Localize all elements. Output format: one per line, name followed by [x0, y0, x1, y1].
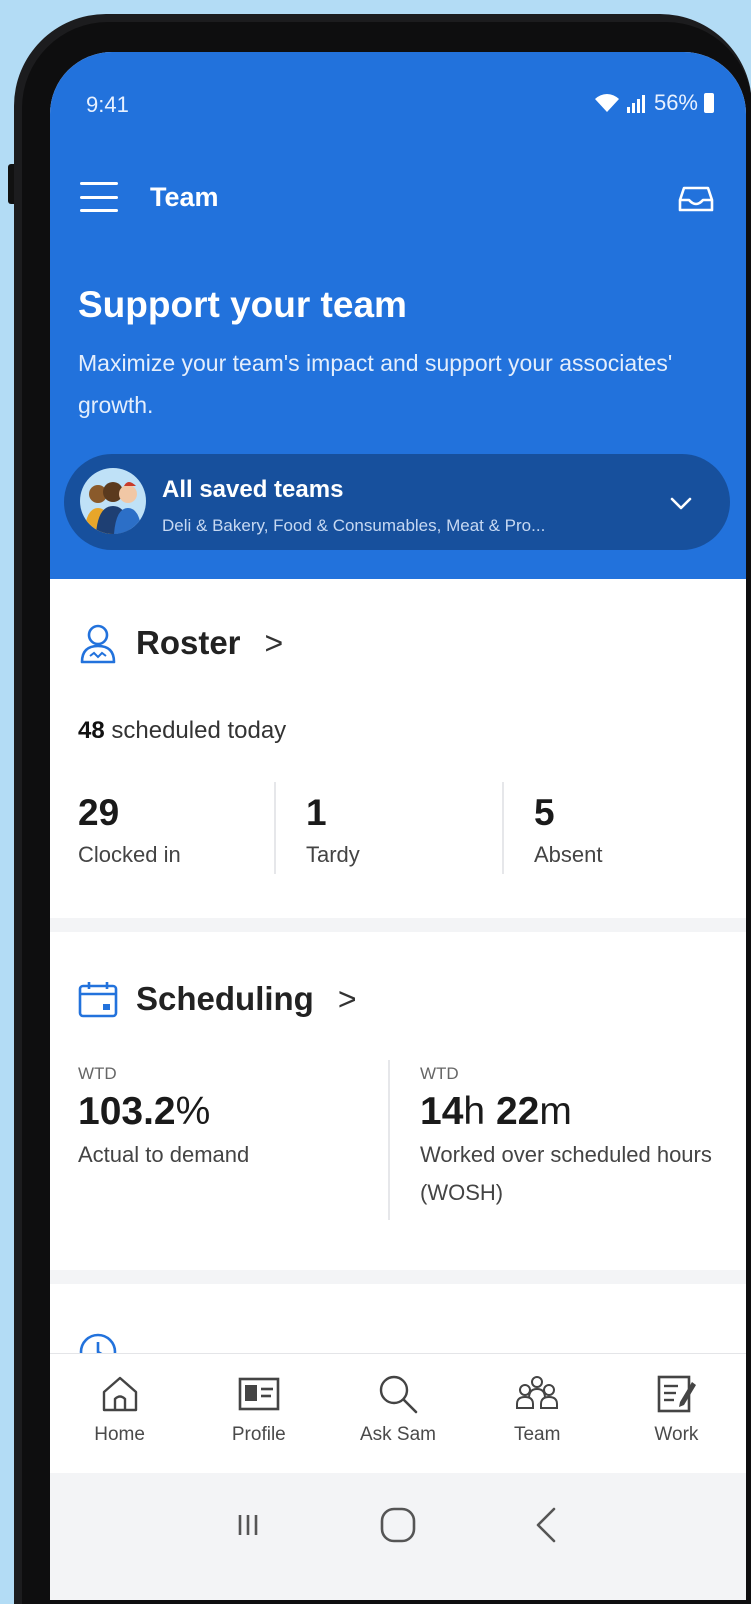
status-icons: 56% [594, 90, 714, 116]
nav-label: Work [654, 1424, 699, 1445]
status-bar: 9:41 56% [50, 52, 746, 122]
wosh-minutes: 22 [495, 1090, 540, 1133]
section-divider [50, 918, 746, 932]
section-divider [50, 1270, 746, 1284]
stat-divider [274, 782, 276, 874]
nav-label: Home [94, 1424, 145, 1445]
app-bar: Team [50, 170, 746, 226]
roster-title: Roster [136, 624, 241, 661]
wifi-icon [594, 94, 619, 112]
stat-label: Clocked in [78, 842, 181, 867]
chevron-right-icon: > [264, 624, 284, 661]
back-icon[interactable] [524, 1501, 572, 1549]
nav-profile[interactable]: Profile [189, 1354, 328, 1473]
app-title: Team [150, 182, 219, 212]
period-label: WTD [420, 1064, 459, 1083]
chevron-down-icon [670, 497, 692, 510]
nav-home[interactable]: Home [50, 1354, 189, 1473]
home-icon [102, 1376, 137, 1412]
chevron-right-icon: > [337, 980, 357, 1017]
battery-percent: 56% [653, 90, 698, 115]
hero-title: Support your team [78, 284, 407, 325]
scheduled-count: 48 [78, 717, 105, 744]
actual-to-demand-value: 103.2 [78, 1090, 176, 1133]
nav-ask-sam[interactable]: Ask Sam [328, 1354, 467, 1473]
nav-team[interactable]: Team [468, 1354, 607, 1473]
stat-clocked-in[interactable]: 29 Clocked in [78, 792, 181, 868]
actual-to-demand-label: Actual to demand [78, 1142, 250, 1167]
stat-value: 1 [306, 792, 327, 833]
roster-person-icon [80, 624, 116, 664]
recent-apps-icon[interactable] [224, 1501, 272, 1549]
actual-to-demand[interactable]: WTD 103.2% Actual to demand [78, 1064, 249, 1174]
stat-value: 29 [78, 792, 120, 833]
battery-icon [704, 93, 714, 113]
team-selector-list: Deli & Bakery, Food & Consumables, Meat … [162, 516, 546, 535]
hamburger-menu-icon[interactable] [80, 182, 118, 212]
wosh-stat[interactable]: WTD 14h 22m Worked over scheduled hours … [420, 1064, 720, 1212]
team-header: 9:41 56% Team Support your team Maximize… [50, 52, 746, 579]
stat-label: Tardy [306, 842, 360, 867]
status-time: 9:41 [86, 92, 129, 117]
percent-unit: % [175, 1090, 211, 1133]
team-avatars-icon [80, 468, 146, 534]
nav-label: Profile [231, 1424, 286, 1445]
nav-label: Ask Sam [359, 1424, 437, 1445]
work-icon [658, 1375, 697, 1413]
profile-card-icon [238, 1377, 280, 1411]
team-selector-title: All saved teams [162, 476, 344, 503]
calendar-icon [78, 982, 118, 1018]
nav-work[interactable]: Work [607, 1354, 746, 1473]
scheduling-header[interactable]: Scheduling > [78, 980, 357, 1018]
phone-frame: 9:41 56% Team Support your team Maximize… [8, 14, 751, 1604]
system-nav-bar [50, 1473, 746, 1600]
minutes-unit: m [539, 1090, 572, 1133]
stat-divider [502, 782, 504, 874]
bottom-nav: Home Profile Ask Sam Team Work [50, 1353, 746, 1473]
team-selector[interactable]: All saved teams Deli & Bakery, Food & Co… [64, 454, 730, 550]
hero-subtitle: Maximize your team's impact and support … [78, 350, 673, 418]
team-icon [516, 1376, 559, 1409]
signal-icon [626, 95, 645, 113]
stat-absent[interactable]: 5 Absent [534, 792, 603, 868]
scheduled-today: 48 scheduled today [78, 717, 286, 745]
phone-side-button [8, 164, 14, 204]
wosh-hours: 14 [420, 1090, 464, 1133]
scheduled-text: scheduled today [104, 717, 287, 744]
scheduling-title: Scheduling [136, 980, 314, 1017]
hours-unit: h [463, 1090, 486, 1133]
period-label: WTD [78, 1064, 117, 1083]
screen: 9:41 56% Team Support your team Maximize… [50, 52, 746, 1600]
stat-value: 5 [534, 792, 555, 833]
stat-tardy[interactable]: 1 Tardy [306, 792, 360, 868]
search-icon [379, 1375, 418, 1414]
home-button-icon[interactable] [374, 1501, 422, 1549]
roster-header[interactable]: Roster > [78, 622, 283, 664]
inbox-icon[interactable] [676, 178, 716, 218]
stat-divider [388, 1060, 390, 1220]
stat-label: Absent [534, 842, 603, 867]
wosh-label: Worked over scheduled hours (WOSH) [420, 1142, 712, 1205]
nav-label: Team [513, 1424, 561, 1445]
